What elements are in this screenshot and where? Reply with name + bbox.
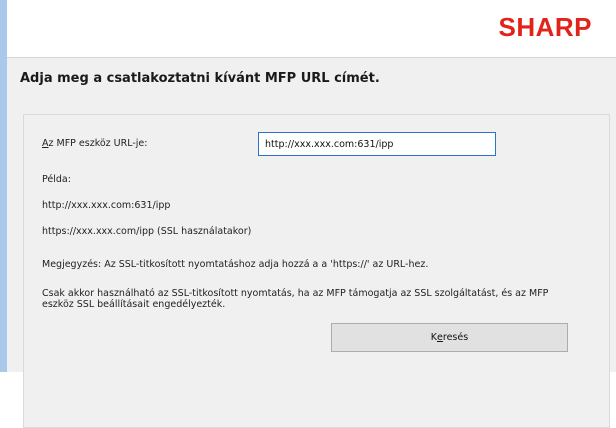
sharp-logo: SHARP [498,12,592,42]
ssl-info-line-1: Csak akkor használható az SSL-titkosítot… [42,288,549,299]
url-label: Az MFP eszköz URL-je: [42,138,147,149]
ssl-note: Megjegyzés: Az SSL-titkosított nyomtatás… [42,259,429,270]
example-https-url: https://xxx.xxx.com/ipp (SSL használatak… [42,226,252,237]
header-banner: SHARP [7,0,616,57]
page-title: Adja meg a csatlakoztatni kívánt MFP URL… [20,71,380,86]
ssl-info-line-2: eszköz SSL beállításait engedélyezték. [42,299,226,310]
search-button[interactable]: Ke resés [331,323,568,352]
window-left-edge [0,0,7,372]
url-label-text: z MFP eszköz URL-je: [48,138,148,149]
example-http-url: http://xxx.xxx.com:631/ipp [42,200,171,211]
search-button-label-post: resés [442,332,469,343]
mfp-url-input[interactable] [258,132,496,156]
url-settings-panel [23,114,610,428]
example-heading: Példa: [42,174,71,185]
